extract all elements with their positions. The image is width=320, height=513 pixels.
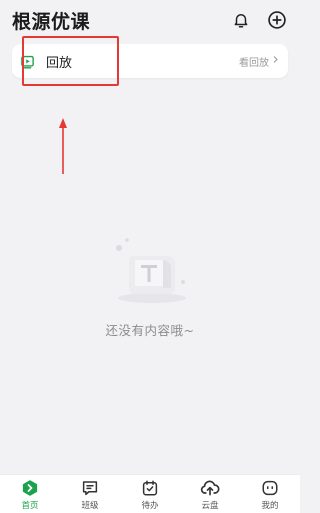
todo-check-icon [140, 478, 160, 498]
app-header: 根源优课 [0, 0, 300, 40]
view-replay-label: 看回放 [239, 57, 269, 69]
empty-message: 还没有内容哦~ [105, 323, 195, 338]
cloud-upload-icon [200, 478, 220, 498]
tab-class[interactable]: 班级 [60, 475, 120, 513]
tab-class-label: 班级 [81, 500, 99, 511]
empty-state: 还没有内容哦~ [0, 230, 300, 339]
profile-face-icon [260, 478, 280, 498]
tab-mine-label: 我的 [261, 500, 279, 511]
tab-cloud-label: 云盘 [201, 500, 219, 511]
chevron-right-icon [271, 55, 280, 67]
tab-todo-label: 待办 [141, 500, 159, 511]
tab-todo[interactable]: 待办 [120, 475, 180, 513]
view-replay-link[interactable]: 看回放 [239, 54, 280, 69]
annotation-arrow [59, 118, 67, 174]
class-chat-icon [80, 478, 100, 498]
empty-box-illustration [116, 238, 186, 303]
tab-mine[interactable]: 我的 [240, 475, 300, 513]
add-circle-icon[interactable] [266, 9, 288, 31]
bottom-tab-bar: 首页 班级 待办 云盘 我的 [0, 474, 300, 513]
bell-icon[interactable] [230, 9, 252, 31]
tab-cloud[interactable]: 云盘 [180, 475, 240, 513]
tab-home-label: 首页 [21, 500, 39, 511]
app-title: 根源优课 [12, 10, 91, 33]
video-play-icon [20, 53, 36, 69]
replay-label: 回放 [46, 55, 73, 71]
header-actions [230, 9, 288, 31]
tab-home[interactable]: 首页 [0, 475, 60, 513]
home-hexagon-icon [20, 478, 40, 498]
replay-card[interactable]: 回放 看回放 [12, 44, 288, 78]
